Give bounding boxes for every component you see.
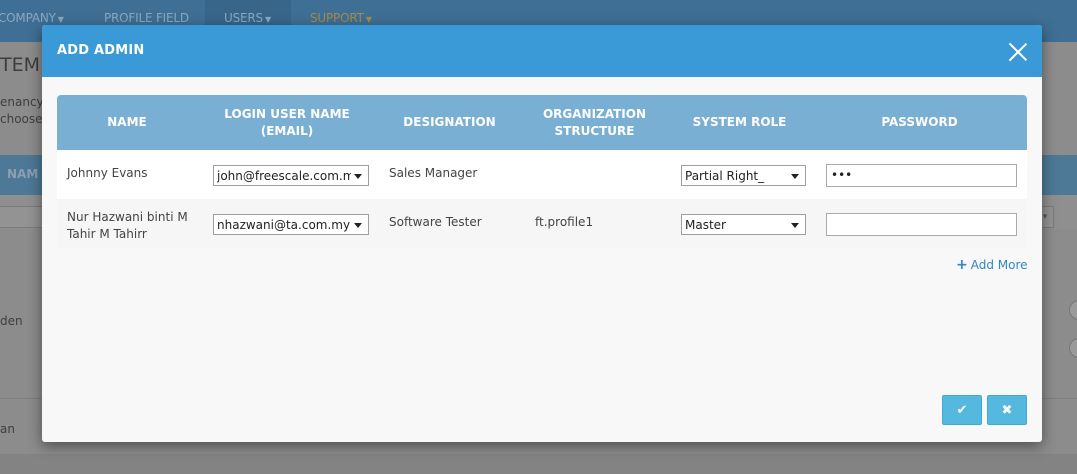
chevron-down-icon	[791, 174, 799, 179]
table-row: Nur Hazwani binti M Tahir M Tahirr nhazw…	[57, 199, 1027, 248]
nav-item-company[interactable]: COMPANY ▼	[0, 11, 64, 25]
close-icon: ✖	[1001, 402, 1013, 418]
plus-icon: +	[956, 257, 968, 273]
nav-item-users[interactable]: USERS ▼	[224, 11, 271, 25]
caret-down-icon: ▼	[365, 15, 372, 24]
background-page-title: TEM	[0, 54, 41, 76]
system-role-select[interactable]: Master	[681, 214, 806, 235]
background-row-text: an	[0, 422, 15, 436]
background-description: choose	[0, 112, 43, 126]
cell-name: Johnny Evans	[67, 166, 148, 180]
column-header-password: PASSWORD	[881, 115, 958, 129]
modal-header: ADD ADMIN	[42, 25, 1042, 77]
table-header: NAME LOGIN USER NAME (EMAIL) DESIGNATION…	[57, 95, 1027, 150]
admin-table: NAME LOGIN USER NAME (EMAIL) DESIGNATION…	[57, 95, 1027, 248]
password-field[interactable]	[826, 213, 1017, 236]
add-more-label: Add More	[970, 258, 1028, 272]
table-row: Johnny Evans john@freescale.com.my Sales…	[57, 150, 1027, 199]
system-role-select[interactable]: Partial Right_	[681, 165, 806, 186]
email-select[interactable]: nhazwani@ta.com.my	[213, 214, 369, 235]
add-admin-modal: ADD ADMIN NAME LOGIN USER NAME (EMAIL) D…	[42, 25, 1042, 442]
nav-item-support[interactable]: SUPPORT ▼	[310, 11, 372, 25]
nav-item-profile-field[interactable]: PROFILE FIELD	[104, 11, 189, 25]
caret-down-icon: ▼	[57, 15, 64, 24]
column-header-system-role: SYSTEM ROLE	[692, 115, 787, 129]
cell-designation: Software Tester	[389, 215, 482, 229]
chevron-down-icon	[354, 223, 362, 228]
column-header-name: NAME	[107, 115, 147, 129]
background-filter-input	[0, 206, 48, 228]
column-header-email: LOGIN USER NAME (EMAIL)	[224, 106, 350, 138]
cell-name: Nur Hazwani binti M Tahir M Tahirr	[67, 210, 188, 241]
background-description: enancy	[0, 95, 44, 109]
column-header-org-structure: ORGANIZATION STRUCTURE	[542, 106, 647, 138]
password-field[interactable]: •••	[826, 164, 1017, 187]
cell-designation: Sales Manager	[389, 166, 478, 180]
divider	[0, 454, 1077, 474]
cancel-button[interactable]: ✖	[987, 395, 1027, 425]
background-row-text: den	[0, 314, 23, 328]
chevron-down-icon	[354, 174, 362, 179]
close-icon[interactable]	[1008, 42, 1028, 62]
checkmark-icon: ✔	[956, 402, 968, 418]
column-header-designation: DESIGNATION	[403, 115, 496, 129]
chevron-down-icon	[791, 223, 799, 228]
confirm-button[interactable]: ✔	[942, 395, 982, 425]
caret-down-icon: ▼	[264, 15, 271, 24]
email-select[interactable]: john@freescale.com.my	[213, 165, 369, 186]
add-more-link[interactable]: + Add More	[956, 257, 1028, 273]
modal-title: ADD ADMIN	[57, 43, 145, 58]
cell-org-structure: ft.profile1	[535, 215, 594, 229]
